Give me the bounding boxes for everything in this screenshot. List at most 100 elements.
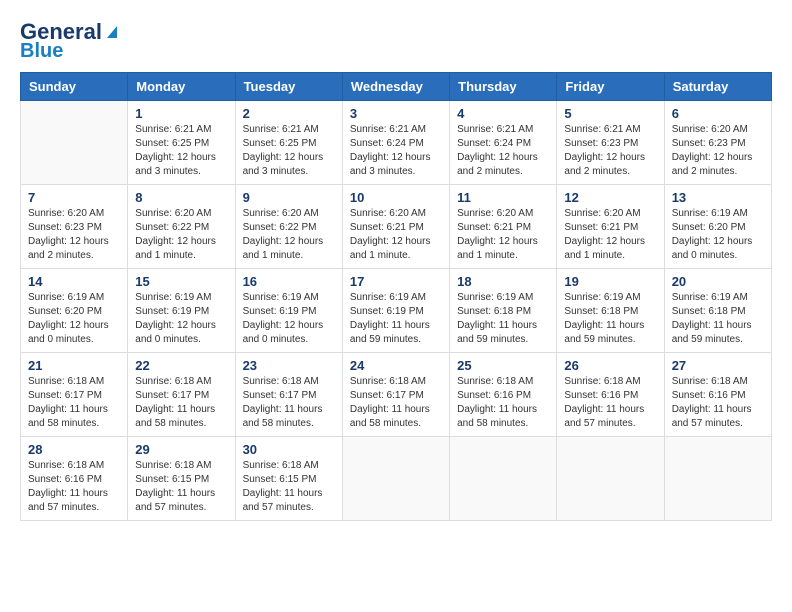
day-info: Sunrise: 6:20 AM Sunset: 6:21 PM Dayligh… [564,207,656,263]
calendar-cell: 13 Sunrise: 6:19 AM Sunset: 6:20 PM Dayli… [664,185,771,269]
day-info: Sunrise: 6:18 AM Sunset: 6:17 PM Dayligh… [28,375,120,431]
calendar-header: SundayMondayTuesdayWednesdayThursdayFrid… [21,73,772,101]
day-info: Sunrise: 6:20 AM Sunset: 6:21 PM Dayligh… [350,207,442,263]
day-number: 23 [243,358,335,373]
day-number: 12 [564,190,656,205]
day-number: 30 [243,442,335,457]
header-day-tuesday: Tuesday [235,73,342,101]
calendar-cell: 29 Sunrise: 6:18 AM Sunset: 6:15 PM Dayli… [128,437,235,521]
day-info: Sunrise: 6:20 AM Sunset: 6:21 PM Dayligh… [457,207,549,263]
day-number: 3 [350,106,442,121]
calendar-cell [450,437,557,521]
logo-icon [103,22,121,40]
day-number: 15 [135,274,227,289]
calendar-cell [664,437,771,521]
day-info: Sunrise: 6:21 AM Sunset: 6:24 PM Dayligh… [350,123,442,179]
day-info: Sunrise: 6:21 AM Sunset: 6:23 PM Dayligh… [564,123,656,179]
day-info: Sunrise: 6:19 AM Sunset: 6:19 PM Dayligh… [350,291,442,347]
day-info: Sunrise: 6:18 AM Sunset: 6:16 PM Dayligh… [672,375,764,431]
day-number: 26 [564,358,656,373]
calendar-cell [342,437,449,521]
day-info: Sunrise: 6:18 AM Sunset: 6:15 PM Dayligh… [243,459,335,515]
calendar-cell: 1 Sunrise: 6:21 AM Sunset: 6:25 PM Daylig… [128,101,235,185]
calendar-cell: 2 Sunrise: 6:21 AM Sunset: 6:25 PM Daylig… [235,101,342,185]
week-row-2: 7 Sunrise: 6:20 AM Sunset: 6:23 PM Daylig… [21,185,772,269]
day-number: 21 [28,358,120,373]
calendar-cell: 10 Sunrise: 6:20 AM Sunset: 6:21 PM Dayli… [342,185,449,269]
day-number: 1 [135,106,227,121]
day-number: 7 [28,190,120,205]
calendar-cell: 8 Sunrise: 6:20 AM Sunset: 6:22 PM Daylig… [128,185,235,269]
day-info: Sunrise: 6:19 AM Sunset: 6:19 PM Dayligh… [135,291,227,347]
calendar-cell: 19Sunrise: 6:19 AM Sunset: 6:18 PM Dayli… [557,269,664,353]
day-number: 22 [135,358,227,373]
calendar-cell: 25 Sunrise: 6:18 AM Sunset: 6:16 PM Dayli… [450,353,557,437]
day-info: Sunrise: 6:19 AM Sunset: 6:18 PM Dayligh… [564,291,656,347]
day-info: Sunrise: 6:18 AM Sunset: 6:17 PM Dayligh… [135,375,227,431]
day-info: Sunrise: 6:19 AM Sunset: 6:18 PM Dayligh… [457,291,549,347]
calendar-table: SundayMondayTuesdayWednesdayThursdayFrid… [20,72,772,521]
calendar-cell: 4Sunrise: 6:21 AM Sunset: 6:24 PM Daylig… [450,101,557,185]
calendar-cell [21,101,128,185]
day-info: Sunrise: 6:19 AM Sunset: 6:20 PM Dayligh… [28,291,120,347]
week-row-5: 28 Sunrise: 6:18 AM Sunset: 6:16 PM Dayli… [21,437,772,521]
day-info: Sunrise: 6:19 AM Sunset: 6:18 PM Dayligh… [672,291,764,347]
day-number: 8 [135,190,227,205]
day-info: Sunrise: 6:18 AM Sunset: 6:17 PM Dayligh… [243,375,335,431]
day-info: Sunrise: 6:20 AM Sunset: 6:22 PM Dayligh… [243,207,335,263]
day-info: Sunrise: 6:18 AM Sunset: 6:15 PM Dayligh… [135,459,227,515]
calendar-cell: 23 Sunrise: 6:18 AM Sunset: 6:17 PM Dayli… [235,353,342,437]
week-row-1: 1 Sunrise: 6:21 AM Sunset: 6:25 PM Daylig… [21,101,772,185]
calendar-cell: 21 Sunrise: 6:18 AM Sunset: 6:17 PM Dayli… [21,353,128,437]
day-info: Sunrise: 6:18 AM Sunset: 6:16 PM Dayligh… [564,375,656,431]
logo-blue: Blue [20,40,63,62]
day-number: 28 [28,442,120,457]
page-header: General Blue [20,20,772,62]
day-number: 13 [672,190,764,205]
header-row: SundayMondayTuesdayWednesdayThursdayFrid… [21,73,772,101]
calendar-cell: 12 Sunrise: 6:20 AM Sunset: 6:21 PM Dayli… [557,185,664,269]
calendar-cell: 3 Sunrise: 6:21 AM Sunset: 6:24 PM Daylig… [342,101,449,185]
day-number: 6 [672,106,764,121]
day-number: 27 [672,358,764,373]
header-day-saturday: Saturday [664,73,771,101]
header-day-monday: Monday [128,73,235,101]
calendar-cell: 11 Sunrise: 6:20 AM Sunset: 6:21 PM Dayli… [450,185,557,269]
calendar-cell: 7 Sunrise: 6:20 AM Sunset: 6:23 PM Daylig… [21,185,128,269]
header-day-sunday: Sunday [21,73,128,101]
calendar-cell [557,437,664,521]
calendar-cell: 5Sunrise: 6:21 AM Sunset: 6:23 PM Daylig… [557,101,664,185]
day-number: 2 [243,106,335,121]
day-info: Sunrise: 6:20 AM Sunset: 6:23 PM Dayligh… [28,207,120,263]
day-number: 11 [457,190,549,205]
header-day-friday: Friday [557,73,664,101]
calendar-cell: 22 Sunrise: 6:18 AM Sunset: 6:17 PM Dayli… [128,353,235,437]
calendar-cell: 30 Sunrise: 6:18 AM Sunset: 6:15 PM Dayli… [235,437,342,521]
header-day-wednesday: Wednesday [342,73,449,101]
calendar-cell: 15 Sunrise: 6:19 AM Sunset: 6:19 PM Dayli… [128,269,235,353]
day-number: 18 [457,274,549,289]
calendar-cell: 17Sunrise: 6:19 AM Sunset: 6:19 PM Dayli… [342,269,449,353]
day-info: Sunrise: 6:18 AM Sunset: 6:17 PM Dayligh… [350,375,442,431]
day-info: Sunrise: 6:21 AM Sunset: 6:25 PM Dayligh… [135,123,227,179]
calendar-cell: 24Sunrise: 6:18 AM Sunset: 6:17 PM Dayli… [342,353,449,437]
day-number: 10 [350,190,442,205]
calendar-cell: 9Sunrise: 6:20 AM Sunset: 6:22 PM Daylig… [235,185,342,269]
day-info: Sunrise: 6:20 AM Sunset: 6:23 PM Dayligh… [672,123,764,179]
calendar-cell: 20 Sunrise: 6:19 AM Sunset: 6:18 PM Dayli… [664,269,771,353]
logo: General Blue [20,20,121,62]
header-day-thursday: Thursday [450,73,557,101]
day-number: 25 [457,358,549,373]
day-info: Sunrise: 6:19 AM Sunset: 6:20 PM Dayligh… [672,207,764,263]
day-info: Sunrise: 6:18 AM Sunset: 6:16 PM Dayligh… [28,459,120,515]
day-number: 20 [672,274,764,289]
day-number: 29 [135,442,227,457]
day-info: Sunrise: 6:18 AM Sunset: 6:16 PM Dayligh… [457,375,549,431]
week-row-4: 21 Sunrise: 6:18 AM Sunset: 6:17 PM Dayli… [21,353,772,437]
day-number: 14 [28,274,120,289]
day-info: Sunrise: 6:20 AM Sunset: 6:22 PM Dayligh… [135,207,227,263]
calendar-cell: 16Sunrise: 6:19 AM Sunset: 6:19 PM Dayli… [235,269,342,353]
day-number: 16 [243,274,335,289]
day-info: Sunrise: 6:21 AM Sunset: 6:25 PM Dayligh… [243,123,335,179]
day-number: 4 [457,106,549,121]
